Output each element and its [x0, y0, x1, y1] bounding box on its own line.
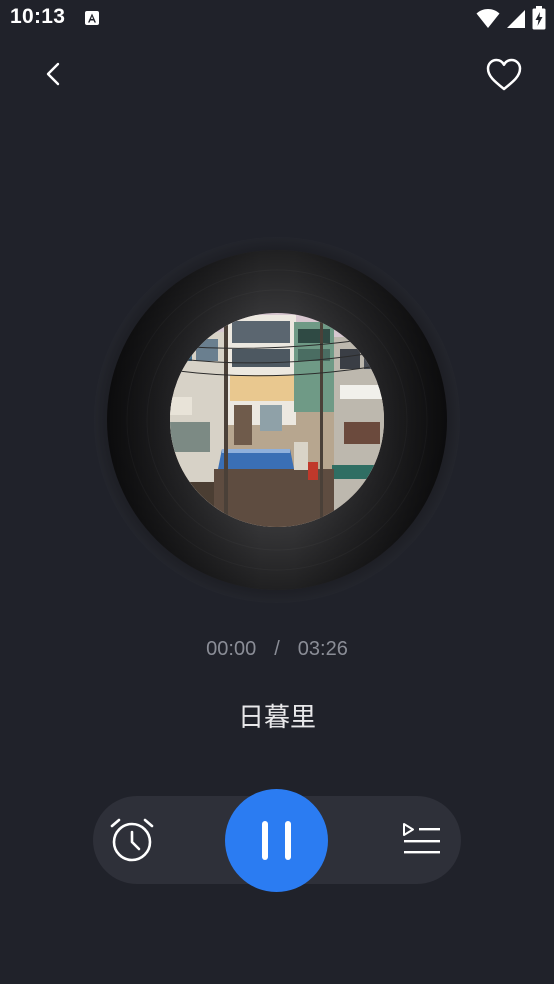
back-button[interactable] [36, 56, 72, 92]
pause-icon [262, 821, 291, 860]
timer-button[interactable] [106, 814, 158, 866]
vinyl-disc [94, 237, 460, 603]
time-separator: / [274, 638, 280, 660]
playlist-icon [403, 823, 440, 854]
song-title: 日暮里 [237, 703, 316, 733]
current-time: 00:00 [206, 638, 257, 660]
heart-outline-icon [486, 58, 522, 91]
wifi-icon [476, 9, 500, 28]
chevron-left-icon [46, 62, 60, 86]
play-pause-button[interactable] [225, 789, 328, 892]
vinyl-record-art [94, 237, 460, 603]
signal-icon [507, 10, 525, 28]
status-bar: 10:13 [0, 0, 554, 36]
a-notification-icon [85, 11, 99, 25]
alarm-clock-icon [110, 818, 154, 862]
battery-charging-icon [532, 6, 546, 30]
playlist-button[interactable] [398, 818, 446, 862]
favorite-button[interactable] [484, 56, 524, 94]
status-time: 10:13 [10, 5, 66, 28]
total-time: 03:26 [297, 638, 348, 660]
status-icons [476, 6, 546, 30]
playback-time: 00:00 / 03:26 [0, 638, 554, 661]
